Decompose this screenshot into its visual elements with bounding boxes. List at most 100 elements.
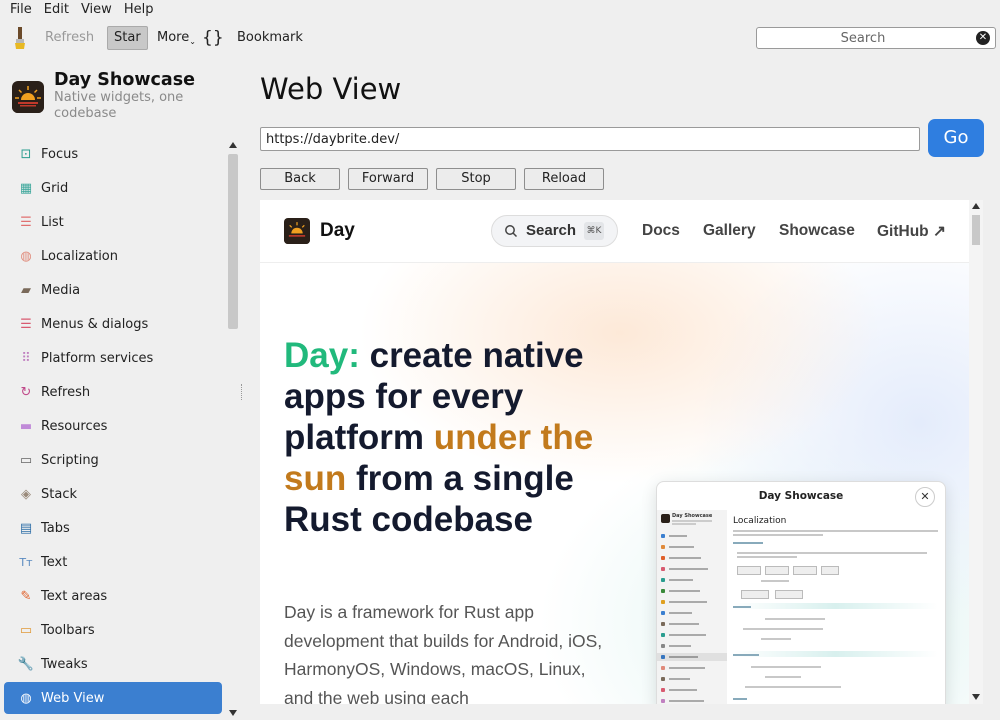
scroll-up-arrow-icon[interactable] [229, 142, 237, 148]
sidebar-item-localization[interactable]: ◍ Localization [4, 240, 222, 272]
sidebar-item-text-areas[interactable]: ✎ Text areas [4, 580, 222, 612]
preview-text-line [765, 676, 801, 678]
preview-side-icon [661, 677, 665, 681]
search-box: ✕ [756, 27, 996, 49]
search-input[interactable] [761, 28, 965, 48]
site-search-button[interactable]: Search ⌘K [491, 215, 618, 247]
sidebar-item-label: List [41, 214, 64, 230]
preview-chip [821, 566, 839, 575]
refresh-button[interactable]: Refresh [39, 27, 100, 49]
sidebar-item-tweaks[interactable]: 🔧 Tweaks [4, 648, 222, 680]
preview-side-subtitle-2 [672, 523, 696, 525]
preview-side-label [669, 590, 700, 592]
more-button[interactable]: More⌄ [151, 27, 202, 49]
url-field [260, 127, 920, 151]
sidebar-item-label: Grid [41, 180, 69, 196]
nav-docs[interactable]: Docs [642, 222, 680, 240]
preview-text-line [733, 542, 763, 544]
sidebar-item-media[interactable]: ▰ Media [4, 274, 222, 306]
preview-text-line [751, 666, 821, 668]
clear-search-icon[interactable]: ✕ [976, 31, 990, 45]
sidebar-item-web-view[interactable]: ◍ Web View [4, 682, 222, 714]
sidebar-item-list[interactable]: ☰ List [4, 206, 222, 238]
sidebar-item-label: Focus [41, 146, 79, 162]
menu-view[interactable]: View [81, 2, 112, 17]
sidebar-item-label: Tweaks [41, 656, 88, 672]
sidebar-item-label: Stack [41, 486, 77, 502]
sidebar-item-label: Text areas [41, 588, 108, 604]
brush-icon [12, 26, 28, 50]
sidebar-item-resources[interactable]: ▬ Resources [4, 410, 222, 442]
app-logo [12, 81, 44, 113]
globe-icon: ◍ [20, 248, 32, 264]
menu-file[interactable]: File [10, 2, 32, 17]
scrollbar-thumb[interactable] [228, 154, 238, 329]
menu-edit[interactable]: Edit [44, 2, 69, 17]
preview-side-title: Day Showcase [672, 513, 713, 519]
scroll-down-arrow-icon[interactable] [972, 694, 980, 700]
preview-side-label [669, 612, 692, 614]
preview-band [733, 603, 938, 609]
sidebar-item-toolbars[interactable]: ▭ Toolbars [4, 614, 222, 646]
preview-text-line [745, 686, 841, 688]
sidebar-item-refresh[interactable]: ↻ Refresh [4, 376, 222, 408]
menu-help[interactable]: Help [124, 2, 154, 17]
scroll-down-arrow-icon[interactable] [229, 710, 237, 716]
sidebar-item-grid[interactable]: ▦ Grid [4, 172, 222, 204]
scroll-up-arrow-icon[interactable] [972, 203, 980, 209]
toolbar-icon: ▭ [19, 622, 33, 638]
preview-text-line [733, 530, 938, 532]
preview-side-subtitle [672, 520, 712, 522]
preview-side-icon [661, 644, 665, 648]
nav-gallery[interactable]: Gallery [703, 222, 756, 240]
back-button[interactable]: Back [260, 168, 340, 190]
preview-chip [793, 566, 817, 575]
star-button[interactable]: Star [107, 26, 148, 50]
stop-button[interactable]: Stop [436, 168, 516, 190]
bookmark-button[interactable]: Bookmark [231, 27, 309, 49]
preview-chip [775, 590, 803, 599]
film-icon: ▰ [21, 282, 31, 298]
sidebar-item-label: Tabs [41, 520, 70, 536]
reload-button[interactable]: Reload [524, 168, 604, 190]
pane-splitter[interactable] [241, 384, 244, 400]
preview-side-label [669, 667, 705, 669]
sidebar-item-label: Platform services [41, 350, 154, 366]
sidebar-item-label: Web View [41, 690, 105, 706]
preview-side-label [669, 678, 690, 680]
preview-text-line [733, 654, 759, 656]
url-input[interactable] [264, 128, 908, 150]
sidebar-item-stack[interactable]: ◈ Stack [4, 478, 222, 510]
preview-chip [737, 566, 761, 575]
hero-title: Day: create native apps for every platfo… [284, 335, 624, 540]
nav-github[interactable]: GitHub ↗ [877, 222, 946, 241]
sidebar-item-menus-dialogs[interactable]: ☰ Menus & dialogs [4, 308, 222, 340]
sidebar-item-scripting[interactable]: ▭ Scripting [4, 444, 222, 476]
sidebar-item-label: Media [41, 282, 81, 298]
forward-button[interactable]: Forward [348, 168, 428, 190]
sidebar-item-platform-services[interactable]: ⠿ Platform services [4, 342, 222, 374]
sidebar-item-tabs[interactable]: ▤ Tabs [4, 512, 222, 544]
preview-side-icon [661, 589, 665, 593]
sidebar-item-text[interactable]: Tт Text [4, 546, 222, 578]
go-button[interactable]: Go [928, 119, 984, 157]
site-logo[interactable] [284, 218, 310, 244]
sidebar-item-focus[interactable]: ⊡ Focus [4, 138, 222, 170]
preview-side-label [669, 557, 701, 559]
tabs-icon: ▤ [19, 520, 33, 536]
sidebar-item-label: Refresh [41, 384, 91, 400]
preview-side-icon [661, 611, 665, 615]
braces-button[interactable]: {} [196, 27, 230, 49]
hero-body: Day is a framework for Rust app developm… [284, 602, 603, 704]
sidebar-scrollbar[interactable] [227, 140, 239, 720]
nav-showcase[interactable]: Showcase [779, 222, 855, 240]
preview-text-line [733, 606, 751, 608]
scrollbar-thumb[interactable] [972, 215, 980, 245]
menu-icon: ☰ [20, 316, 32, 332]
preview-side-label [669, 623, 699, 625]
preview-side-icon [661, 622, 665, 626]
web-view[interactable]: Day Search ⌘K Docs Gallery Showcase GitH… [260, 200, 969, 704]
preview-side-icon [661, 666, 665, 670]
webview-scrollbar[interactable] [969, 200, 983, 704]
site-name[interactable]: Day [320, 220, 355, 242]
